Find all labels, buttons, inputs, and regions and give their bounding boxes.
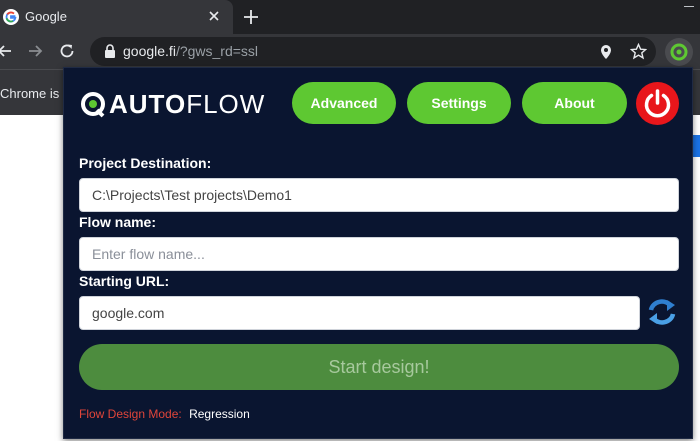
screen: Google google.fi/?gws_rd=ssl Chrome is b…	[0, 0, 700, 441]
logo-text-flow: FLOW	[186, 88, 266, 119]
star-icon[interactable]	[630, 43, 647, 60]
start-design-button[interactable]: Start design!	[79, 344, 679, 390]
starting-url-label: Starting URL:	[79, 273, 170, 289]
project-destination-label: Project Destination:	[79, 155, 212, 171]
flow-name-label: Flow name:	[79, 214, 157, 230]
flow-name-input[interactable]: Enter flow name...	[79, 237, 679, 271]
power-button[interactable]	[636, 82, 679, 125]
location-pin-icon[interactable]	[599, 44, 613, 60]
autoflow-logo: AUTO FLOW	[79, 88, 265, 120]
address-bar[interactable]: google.fi/?gws_rd=ssl	[90, 37, 656, 66]
browser-toolbar: google.fi/?gws_rd=ssl	[0, 34, 700, 69]
flow-design-mode-label: Flow Design Mode:	[79, 407, 182, 421]
plus-icon[interactable]	[242, 8, 260, 26]
flow-design-mode-value: Regression	[189, 407, 250, 421]
power-icon	[644, 89, 671, 118]
back-arrow-icon[interactable]	[0, 42, 14, 60]
autoflow-extension-icon	[670, 43, 688, 61]
advanced-button[interactable]: Advanced	[292, 82, 396, 124]
tab-google[interactable]: Google	[0, 0, 233, 34]
project-destination-input[interactable]: C:\Projects\Test projects\Demo1	[79, 178, 679, 212]
logo-text-auto: AUTO	[109, 88, 187, 119]
info-bar-text: Chrome is b	[0, 86, 71, 101]
autoflow-extension-button[interactable]	[665, 38, 693, 66]
reload-icon[interactable]	[58, 42, 76, 60]
page-edge-button	[692, 135, 700, 157]
autoflow-popup: AUTO FLOW Advanced Settings About Projec…	[63, 67, 693, 439]
google-g-icon	[3, 9, 19, 25]
about-button[interactable]: About	[522, 82, 627, 124]
url-text: google.fi/?gws_rd=ssl	[123, 43, 258, 59]
flow-design-mode: Flow Design Mode: Regression	[79, 407, 250, 421]
lock-icon[interactable]	[104, 44, 116, 59]
url-path: /?gws_rd=ssl	[175, 43, 259, 59]
tab-title: Google	[25, 9, 67, 24]
autoflow-logo-icon	[81, 92, 105, 118]
minimize-icon[interactable]	[684, 6, 694, 7]
close-icon[interactable]	[207, 9, 221, 23]
refresh-icon[interactable]	[646, 297, 678, 327]
url-host: google.fi	[123, 43, 176, 59]
starting-url-input[interactable]: google.com	[79, 296, 640, 330]
tab-strip: Google	[0, 0, 700, 34]
settings-button[interactable]: Settings	[407, 82, 511, 124]
forward-arrow-icon[interactable]	[26, 42, 44, 60]
